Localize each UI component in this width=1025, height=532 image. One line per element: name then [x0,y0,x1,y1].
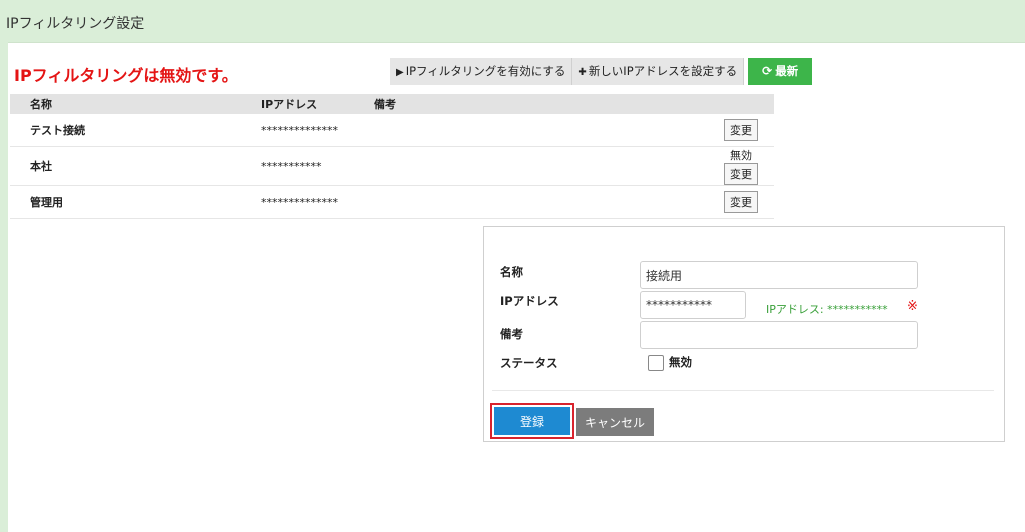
table-row: 本社 *********** 無効 変更 [10,146,774,186]
ip-input[interactable] [640,291,746,319]
table-row: テスト接続 ************** 変更 [10,114,774,147]
note-label: 備考 [500,327,523,341]
status-label: ステータス [500,356,558,370]
toolbar: ▶ IPフィルタリングを有効にする ✚ 新しいIPアドレスを設定する ⟳ 最新 [390,58,813,85]
change-button[interactable]: 変更 [724,119,758,141]
refresh-button[interactable]: ⟳ 最新 [748,58,813,85]
new-ip-address-button[interactable]: ✚ 新しいIPアドレスを設定する [572,58,745,85]
row-name: テスト接続 [10,114,261,147]
row-note [374,185,694,219]
filtering-status-message: IPフィルタリングは無効です。 [14,66,238,85]
disabled-checkbox[interactable] [648,355,664,371]
row-actions: 変更 [694,114,774,147]
name-label: 名称 [500,265,523,279]
submit-highlight: 登録 [490,403,574,439]
row-ip: *********** [261,146,374,186]
change-button[interactable]: 変更 [724,191,758,213]
title-bar: IPフィルタリング設定 [0,0,1025,43]
ip-hint: IPアドレス: *********** [766,303,888,316]
row-ip: ************** [261,114,374,147]
note-input[interactable] [640,321,918,349]
row-actions: 無効 変更 [694,146,774,186]
disabled-checkbox-label: 無効 [669,355,692,369]
cancel-button[interactable]: キャンセル [576,408,654,436]
row-note [374,146,694,186]
required-mark: ※ [907,299,918,314]
left-stripe [0,42,8,532]
column-header-ip: IPアドレス [261,94,374,114]
column-header-name: 名称 [10,94,261,114]
row-actions: 変更 [694,185,774,219]
ip-label: IPアドレス [500,294,559,308]
row-name: 管理用 [10,185,261,219]
play-icon: ▶ [396,67,404,78]
refresh-icon: ⟳ [762,64,773,78]
row-name: 本社 [10,146,261,186]
form-divider [492,390,994,391]
ip-address-table: 名称 IPアドレス 備考 テスト接続 ************** 変更 本社 … [10,94,774,219]
column-header-note: 備考 [374,94,694,114]
page-title: IPフィルタリング設定 [6,16,145,32]
row-note [374,114,694,147]
plus-icon: ✚ [578,67,587,78]
enable-filtering-button[interactable]: ▶ IPフィルタリングを有効にする [390,58,573,85]
table-row: 管理用 ************** 変更 [10,185,774,219]
column-header-action [694,94,774,114]
row-ip: ************** [261,185,374,219]
table-header-row: 名称 IPアドレス 備考 [10,94,774,114]
submit-button[interactable]: 登録 [494,407,570,435]
change-button[interactable]: 変更 [724,163,758,185]
name-input[interactable] [640,261,918,289]
ip-address-form: 名称 IPアドレス IPアドレス: *********** ※ 備考 ステータス… [483,226,1005,442]
row-status: 無効 [730,149,752,162]
